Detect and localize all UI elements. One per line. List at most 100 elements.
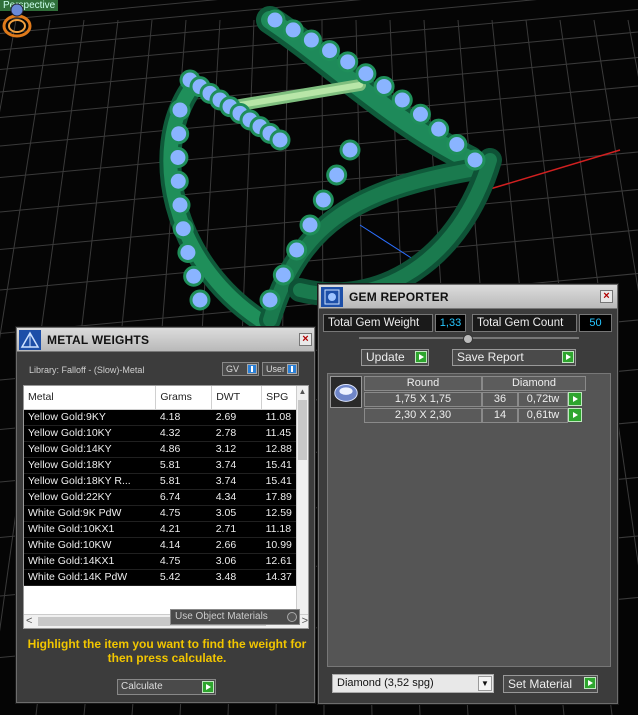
table-cell: White Gold:14KX1	[24, 553, 156, 570]
total-gem-count-value: 50	[579, 314, 612, 332]
gem-weight: 0,61tw	[518, 408, 568, 423]
scroll-up-icon[interactable]: ▲	[297, 386, 308, 398]
table-row[interactable]: Yellow Gold:14KY 4.86 3.12 12.88	[24, 441, 308, 458]
update-button[interactable]: Update	[361, 349, 429, 366]
gem-count: 36	[482, 392, 518, 407]
metal-weights-panel: METAL WEIGHTS × Library: Falloff - (Slow…	[16, 327, 315, 703]
gem-size: 2,30 X 2,30	[364, 408, 482, 423]
metal-weights-icon	[19, 330, 41, 350]
toggle-icon	[247, 364, 257, 374]
total-gem-count-label: Total Gem Count	[472, 314, 577, 332]
play-icon[interactable]	[568, 408, 582, 422]
table-cell: 3.12	[211, 441, 262, 458]
play-icon[interactable]	[415, 351, 427, 363]
table-cell: Yellow Gold:9KY	[24, 409, 156, 426]
scroll-right-icon[interactable]: >	[302, 615, 308, 627]
table-cell: 4.14	[155, 537, 212, 554]
table-cell: Yellow Gold:14KY	[24, 441, 156, 458]
gem-list[interactable]: Round Diamond 1,75 X 1,75 36 0,72tw 2,30 X …	[327, 373, 611, 667]
table-cell: 3.48	[211, 569, 262, 586]
gem-material-header: Diamond	[482, 376, 586, 391]
table-cell: White Gold:10KW	[24, 537, 156, 554]
metal-weights-title: METAL WEIGHTS	[47, 333, 150, 347]
column-header[interactable]: Grams	[155, 386, 213, 410]
table-row[interactable]: Yellow Gold:18KY 5.81 3.74 15.41	[24, 457, 308, 474]
table-cell: 4.75	[155, 505, 212, 522]
radio-icon[interactable]	[287, 612, 297, 622]
vertical-scrollbar[interactable]: ▲	[296, 386, 308, 614]
instruction-text: Highlight the item you want to find the …	[27, 637, 307, 665]
table-cell: 3.74	[211, 473, 262, 490]
table-cell: White Gold:14K PdW	[24, 569, 156, 586]
table-cell: 5.42	[155, 569, 212, 586]
play-icon[interactable]	[568, 392, 582, 406]
table-cell: Yellow Gold:18KY R...	[24, 473, 156, 490]
table-cell: 4.18	[155, 409, 212, 426]
table-cell: 2.71	[211, 521, 262, 538]
table-row[interactable]: White Gold:14KX1 4.75 3.06 12.61	[24, 553, 308, 570]
gem-reporter-panel: GEM REPORTER × Total Gem Weight 1,33 Tot…	[318, 284, 618, 704]
table-cell: 2.66	[211, 537, 262, 554]
table-cell: 5.81	[155, 473, 212, 490]
table-row[interactable]: White Gold:10KW 4.14 2.66 10.99	[24, 537, 308, 554]
table-cell: 2.69	[211, 409, 262, 426]
table-row[interactable]: Yellow Gold:18KY R... 5.81 3.74 15.41	[24, 473, 308, 490]
toggle-icon	[287, 364, 297, 374]
table-row[interactable]: White Gold:9K PdW 4.75 3.05 12.59	[24, 505, 308, 522]
set-material-button[interactable]: Set Material	[503, 675, 598, 693]
gem-reporter-titlebar[interactable]: GEM REPORTER ×	[319, 285, 617, 309]
table-header: Metal Grams DWT SPG	[24, 386, 308, 410]
table-cell: 4.21	[155, 521, 212, 538]
table-cell: 3.05	[211, 505, 262, 522]
calculate-button[interactable]: Calculate	[117, 679, 216, 695]
close-icon[interactable]: ×	[600, 290, 613, 303]
table-cell: 4.34	[211, 489, 262, 506]
table-row[interactable]: Yellow Gold:9KY 4.18 2.69 11.08	[24, 409, 308, 426]
table-cell: White Gold:10KX1	[24, 521, 156, 538]
chevron-down-icon[interactable]: ▼	[478, 676, 492, 691]
table-cell: White Gold:9K PdW	[24, 505, 156, 522]
table-cell: 6.74	[155, 489, 212, 506]
column-header[interactable]: DWT	[211, 386, 263, 410]
play-icon[interactable]	[562, 351, 574, 363]
library-label: Library: Falloff - (Slow)-Metal	[29, 365, 145, 375]
column-header[interactable]: Metal	[24, 386, 157, 410]
table-cell: 3.06	[211, 553, 262, 570]
play-icon[interactable]	[584, 677, 596, 689]
table-row[interactable]: White Gold:14K PdW 5.42 3.48 14.37	[24, 569, 308, 586]
close-icon[interactable]: ×	[299, 333, 312, 346]
gem-size: 1,75 X 1,75	[364, 392, 482, 407]
table-row[interactable]: Yellow Gold:22KY 6.74 4.34 17.89	[24, 489, 308, 506]
metal-table[interactable]: Metal Grams DWT SPG Yellow Gold:9KY 4.18 2.69…	[23, 385, 309, 629]
gv-toggle[interactable]: GV	[222, 362, 259, 376]
gem-count: 14	[482, 408, 518, 423]
table-cell: 4.32	[155, 425, 212, 442]
gem-weight: 0,72tw	[518, 392, 568, 407]
material-select[interactable]: Diamond (3,52 spg) ▼	[332, 674, 494, 693]
scroll-left-icon[interactable]: <	[26, 615, 32, 627]
table-row[interactable]: White Gold:10KX1 4.21 2.71 11.18	[24, 521, 308, 538]
table-cell: 5.81	[155, 457, 212, 474]
table-cell: Yellow Gold:18KY	[24, 457, 156, 474]
play-icon[interactable]	[202, 681, 214, 693]
table-cell: 2.78	[211, 425, 262, 442]
total-gem-weight-value: 1,33	[435, 314, 466, 332]
table-cell: Yellow Gold:22KY	[24, 489, 156, 506]
round-gem-icon	[330, 376, 362, 408]
metal-weights-titlebar[interactable]: METAL WEIGHTS ×	[17, 328, 314, 352]
gem-reporter-title: GEM REPORTER	[349, 290, 449, 304]
ring-view-icon[interactable]	[0, 0, 34, 40]
gem-reporter-icon	[321, 287, 343, 307]
table-cell: 4.75	[155, 553, 212, 570]
slider-knob[interactable]	[463, 334, 473, 344]
table-row[interactable]: Yellow Gold:10KY 4.32 2.78 11.45	[24, 425, 308, 442]
scroll-thumb[interactable]	[298, 400, 307, 460]
use-object-materials-option[interactable]: Use Object Materials	[170, 609, 300, 625]
gem-shape-header: Round	[364, 376, 482, 391]
table-cell: Yellow Gold:10KY	[24, 425, 156, 442]
user-toggle[interactable]: User	[262, 362, 299, 376]
table-cell: 4.86	[155, 441, 212, 458]
total-gem-weight-label: Total Gem Weight	[323, 314, 433, 332]
table-cell: 3.74	[211, 457, 262, 474]
save-report-button[interactable]: Save Report	[452, 349, 576, 366]
